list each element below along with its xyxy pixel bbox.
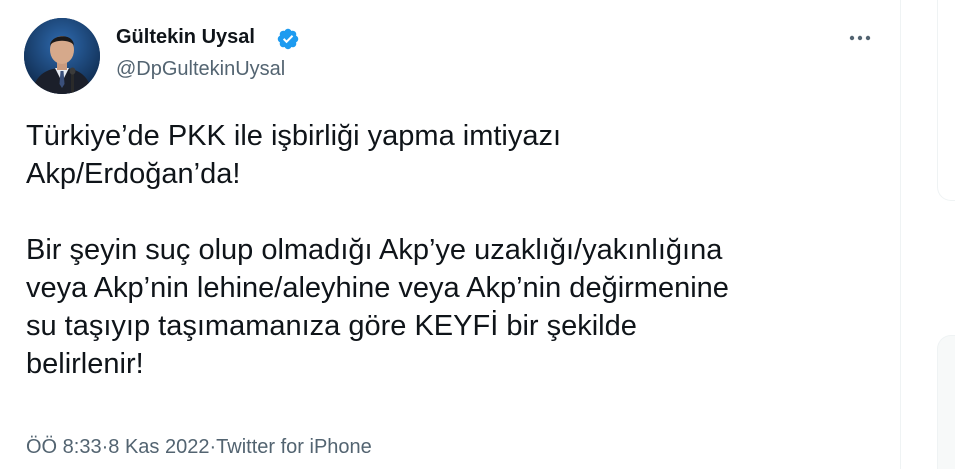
verified-badge-icon <box>276 27 300 51</box>
tweet-paragraph: Bir şeyin suç olup olmadığı Akp’ye uzakl… <box>26 234 729 380</box>
tweet-page: Gültekin Uysal @DpGultekinUysal Türkiye’… <box>0 0 955 469</box>
tweet-paragraph: Türkiye’de PKK ile işbirliği yapma imtiy… <box>26 120 562 190</box>
author-avatar[interactable] <box>24 18 100 94</box>
tweet-date[interactable]: 8 Kas 2022 <box>108 436 209 459</box>
avatar-photo <box>24 18 100 94</box>
meta-separator: · <box>101 436 109 458</box>
more-horizontal-icon <box>849 35 871 41</box>
right-sidebar <box>937 0 955 469</box>
column-divider <box>900 0 901 469</box>
sidebar-card <box>937 0 955 201</box>
tweet-source[interactable]: Twitter for iPhone <box>216 436 372 459</box>
tweet-card: Gültekin Uysal @DpGultekinUysal Türkiye’… <box>0 0 900 469</box>
tweet-meta: ÖÖ 8:33 · 8 Kas 2022 · Twitter for iPhon… <box>26 436 372 459</box>
more-options-button[interactable] <box>840 26 878 50</box>
author-name[interactable]: Gültekin Uysal <box>116 26 255 49</box>
author-handle[interactable]: @DpGultekinUysal <box>116 58 285 81</box>
sidebar-card <box>937 335 955 469</box>
tweet-text: Türkiye’de PKK ile işbirliği yapma imtiy… <box>26 117 891 383</box>
meta-separator: · <box>209 436 217 458</box>
tweet-time[interactable]: ÖÖ 8:33 <box>26 436 102 459</box>
